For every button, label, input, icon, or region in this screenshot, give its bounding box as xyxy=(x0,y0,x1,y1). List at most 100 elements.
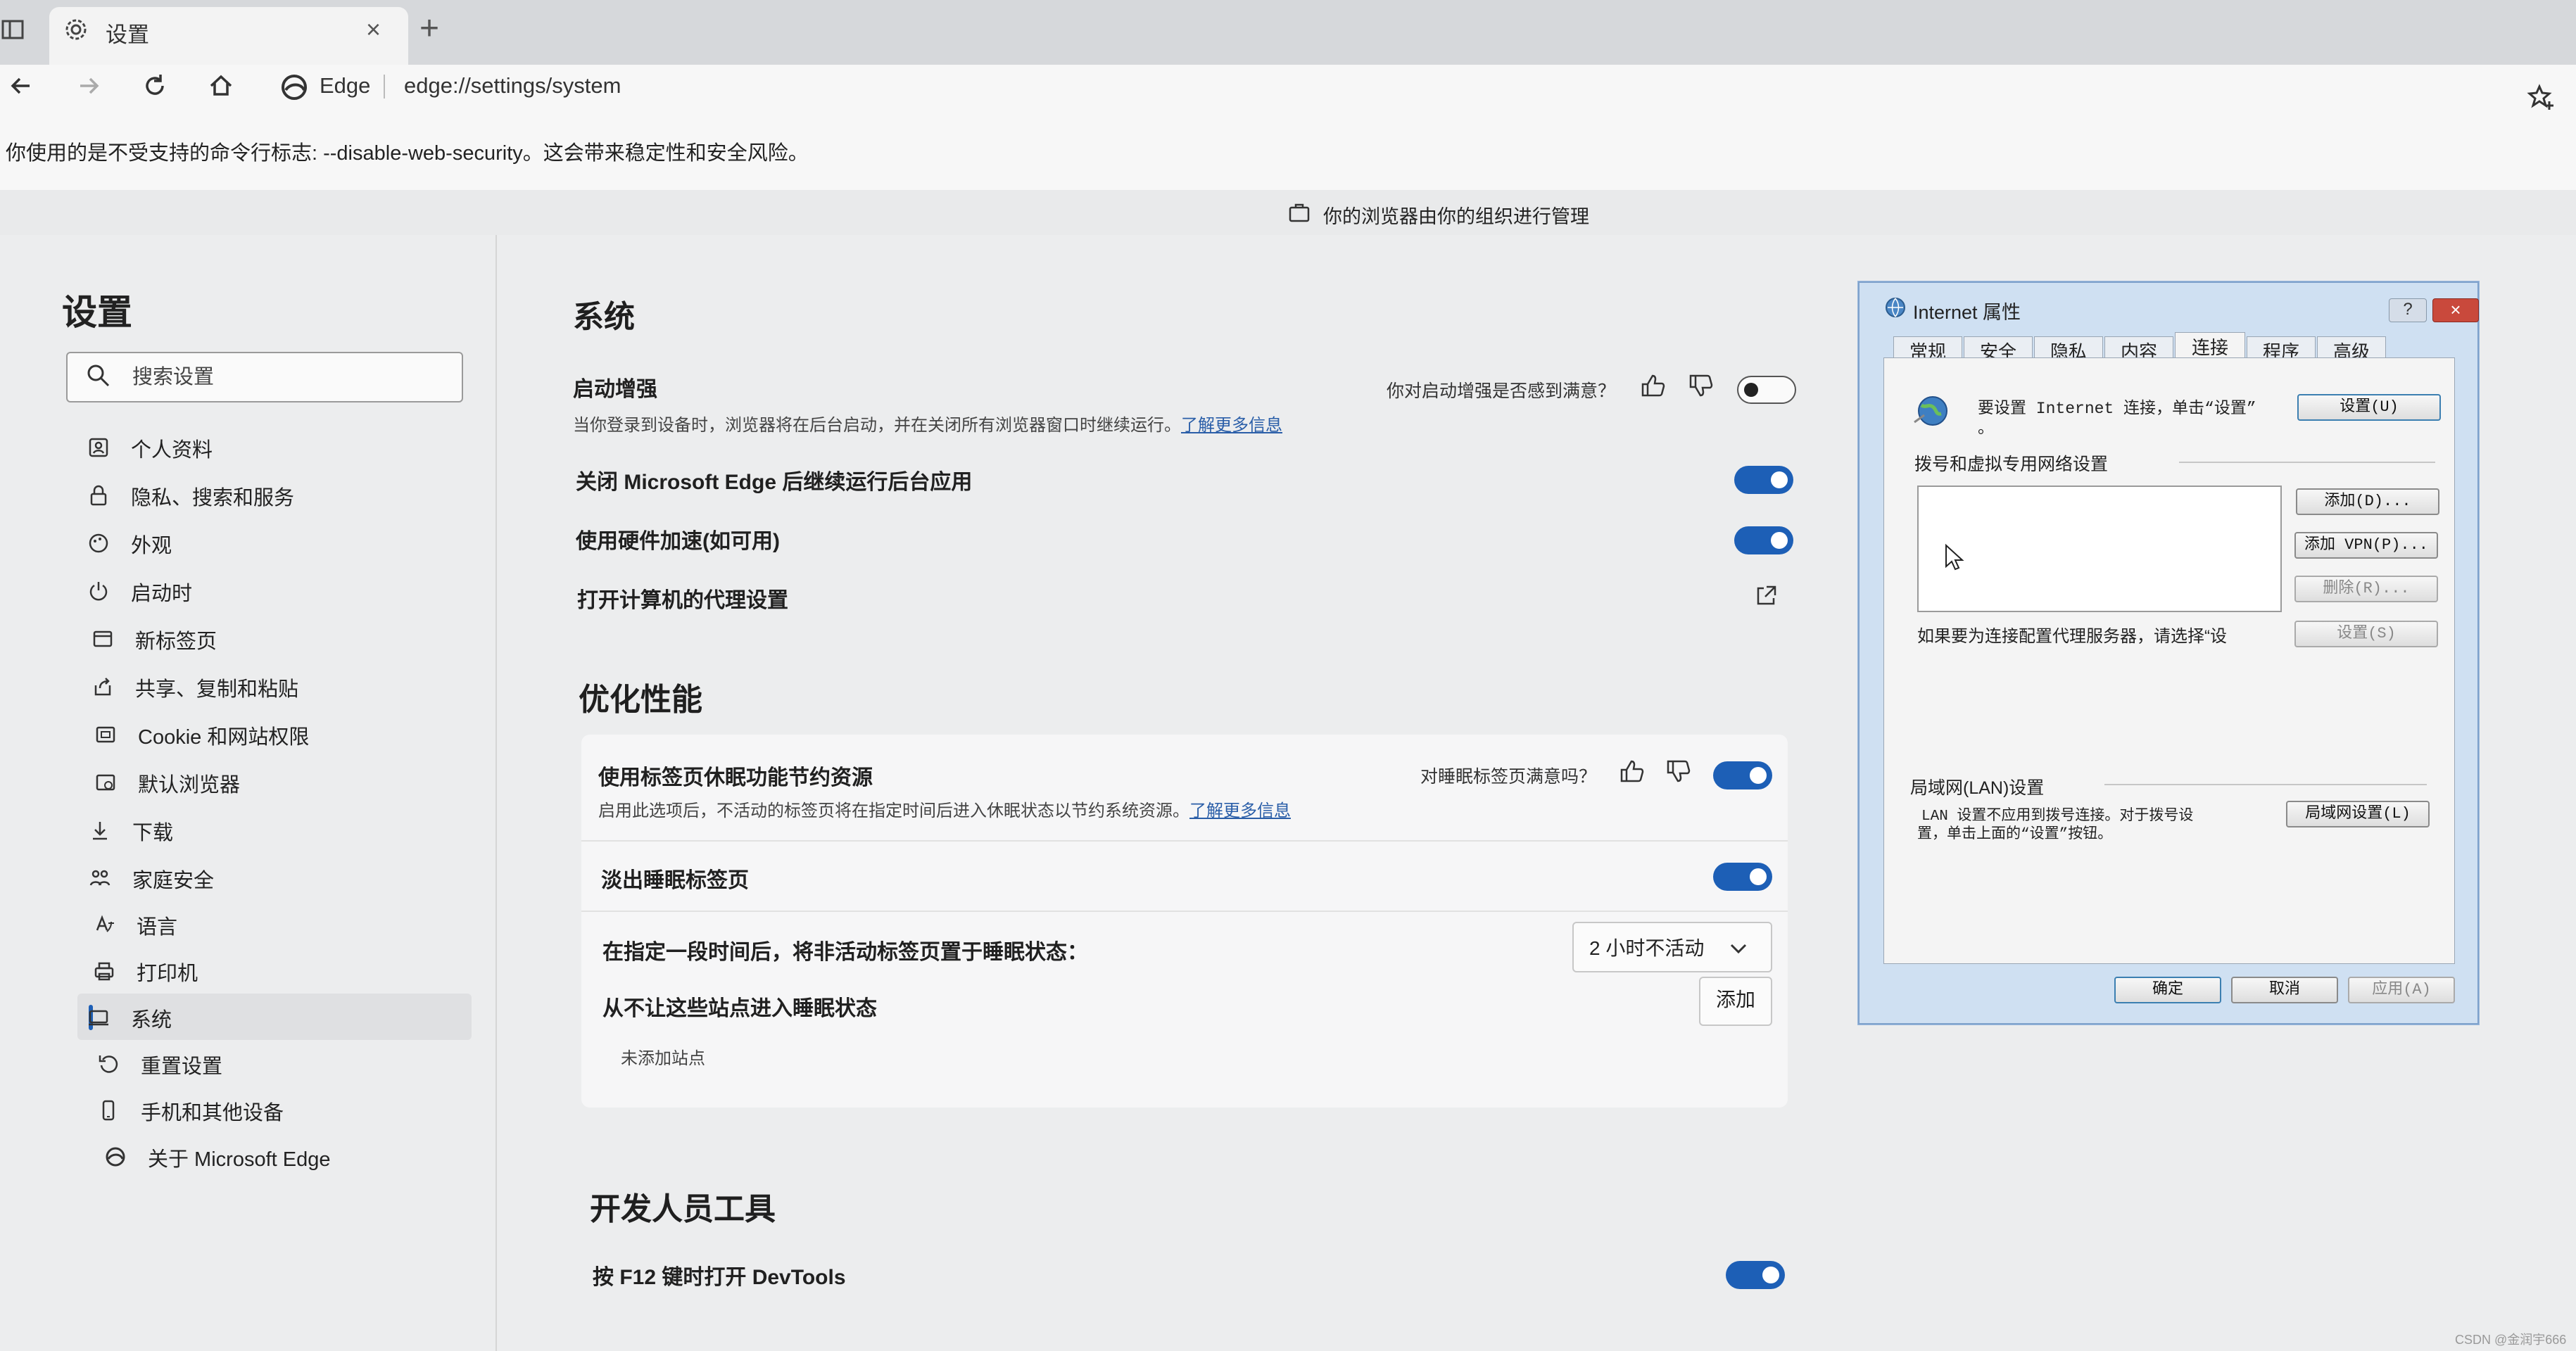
card-divider xyxy=(581,911,1788,912)
chevron-down-icon xyxy=(1726,936,1751,961)
add-connection-button[interactable]: 添加(D)... xyxy=(2296,488,2439,515)
mouse-cursor-icon xyxy=(1944,543,1965,571)
close-tab-icon[interactable]: × xyxy=(366,15,381,44)
system-icon xyxy=(87,1006,110,1029)
cancel-button[interactable]: 取消 xyxy=(2231,977,2338,1003)
background-apps-title: 关闭 Microsoft Edge 后继续运行后台应用 xyxy=(576,471,973,494)
connection-settings-button[interactable]: 设置(S) xyxy=(2294,621,2438,647)
new-tab-icon xyxy=(91,628,114,650)
hardware-accel-toggle[interactable] xyxy=(1734,526,1793,554)
setup-text-cont: 。 xyxy=(1978,419,1994,438)
edge-icon xyxy=(104,1146,127,1168)
tab-title: 设置 xyxy=(106,23,149,47)
search-icon xyxy=(84,362,113,390)
performance-heading: 优化性能 xyxy=(579,683,702,717)
apply-button[interactable]: 应用(A) xyxy=(2348,977,2455,1003)
thumbs-up-icon[interactable] xyxy=(1639,372,1667,400)
printer-icon xyxy=(93,960,115,982)
sleeping-tabs-desc: 启用此选项后，不活动的标签页将在指定时间后进入休眠状态以节约系统资源。了解更多信… xyxy=(598,801,1291,820)
sleeping-tabs-learn-more-link[interactable]: 了解更多信息 xyxy=(1189,801,1291,820)
sidebar-item[interactable]: 打印机 xyxy=(83,947,477,994)
remove-connection-button[interactable]: 删除(R)... xyxy=(2294,576,2438,602)
external-link-icon[interactable] xyxy=(1754,584,1778,608)
refresh-icon[interactable] xyxy=(139,70,170,101)
search-settings-input[interactable] xyxy=(66,352,463,402)
startup-boost-desc: 当你登录到设备时，浏览器将在后台启动，并在关闭所有浏览器窗口时继续运行。了解更多… xyxy=(573,416,1282,435)
f12-devtools-toggle[interactable] xyxy=(1726,1261,1785,1289)
sidebar-item[interactable]: 启动时 xyxy=(77,567,472,614)
sidebar-item-label: 共享、复制和粘贴 xyxy=(135,678,299,701)
help-button[interactable]: ? xyxy=(2389,298,2427,322)
sidebar-item[interactable]: 个人资料 xyxy=(77,424,472,470)
vpn-connections-list[interactable] xyxy=(1917,486,2282,612)
proxy-note: 如果要为连接配置代理服务器，请选择“设 xyxy=(1917,627,2227,646)
address-divider xyxy=(384,75,385,99)
add-site-button[interactable]: 添加 xyxy=(1699,977,1772,1026)
appearance-icon xyxy=(87,532,110,554)
thumbs-down-icon[interactable] xyxy=(1686,372,1715,400)
group-divider xyxy=(2104,784,2427,785)
sidebar-item-label: 重置设置 xyxy=(141,1055,223,1078)
fade-tabs-toggle[interactable] xyxy=(1713,863,1772,891)
sidebar-item-label: 语言 xyxy=(137,916,178,939)
sidebar-item[interactable]: 关于 Microsoft Edge xyxy=(94,1133,488,1179)
sleep-after-title: 在指定一段时间后，将非活动标签页置于睡眠状态： xyxy=(602,941,1088,964)
address-bar[interactable]: edge://settings/system xyxy=(404,73,621,99)
sidebar-divider xyxy=(495,235,497,1351)
startup-boost-learn-more-link[interactable]: 了解更多信息 xyxy=(1181,416,1282,435)
startup-boost-title: 启动增强 xyxy=(573,378,657,401)
ok-button[interactable]: 确定 xyxy=(2114,977,2221,1003)
sidebar-item[interactable]: 家庭安全 xyxy=(79,854,473,901)
lan-note-line2: 置，单击上面的“设置”按钮。 xyxy=(1917,827,2113,843)
toolbar xyxy=(0,65,2576,136)
sidebar-item[interactable]: 默认浏览器 xyxy=(84,759,479,805)
sleeping-tabs-title: 使用标签页休眠功能节约资源 xyxy=(598,766,873,789)
sidebar-item[interactable]: 共享、复制和粘贴 xyxy=(82,663,476,709)
sidebar-item-label: 下载 xyxy=(132,822,174,844)
thumbs-down-icon[interactable] xyxy=(1664,757,1692,785)
never-sleep-title: 从不让这些站点进入睡眠状态 xyxy=(602,997,877,1020)
sidebar-item[interactable]: 手机和其他设备 xyxy=(87,1086,481,1133)
sleeping-tabs-feedback: 对睡眠标签页满意吗？ xyxy=(1420,767,1597,787)
hardware-accel-title: 使用硬件加速(如可用) xyxy=(576,530,780,553)
favorites-star-icon[interactable] xyxy=(2527,83,2556,113)
sidebar-item-label: 启动时 xyxy=(131,583,193,605)
sidebar-item[interactable]: 系统 xyxy=(77,994,472,1040)
sidebar-item[interactable]: 隐私、搜索和服务 xyxy=(77,471,472,518)
home-icon[interactable] xyxy=(206,70,236,101)
tab-settings[interactable] xyxy=(49,7,408,65)
sidebar-item-label: 关于 Microsoft Edge xyxy=(148,1148,331,1171)
card-divider xyxy=(581,840,1788,842)
add-vpn-button[interactable]: 添加 VPN(P)... xyxy=(2294,532,2438,559)
sidebar-item-label: 新标签页 xyxy=(135,630,217,653)
sidebar-item[interactable]: 下载 xyxy=(79,806,473,853)
group-divider xyxy=(2179,462,2435,463)
briefcase-icon xyxy=(1288,201,1311,224)
sidebar-item-label: 个人资料 xyxy=(131,439,213,462)
sidebar-item-label: Cookie 和网站权限 xyxy=(138,726,310,749)
sidebar-item[interactable]: 新标签页 xyxy=(82,615,476,661)
gear-icon xyxy=(63,17,89,42)
new-tab-button[interactable]: + xyxy=(419,11,439,46)
forward-icon[interactable] xyxy=(73,70,104,101)
thumbs-up-icon[interactable] xyxy=(1617,757,1646,785)
reset-icon xyxy=(97,1053,120,1075)
background-apps-toggle[interactable] xyxy=(1734,466,1793,494)
sidebar-item[interactable]: 重置设置 xyxy=(87,1040,481,1086)
no-sites-text: 未添加站点 xyxy=(621,1049,705,1068)
sidebar-item[interactable]: 语言 xyxy=(83,901,477,947)
sidebar-item-label: 默认浏览器 xyxy=(138,774,241,797)
default-browser-icon xyxy=(94,771,117,794)
address-site-label: Edge xyxy=(320,73,371,98)
lan-settings-button[interactable]: 局域网设置(L) xyxy=(2286,801,2430,827)
sleeping-tabs-toggle[interactable] xyxy=(1713,761,1772,789)
sidebar-item[interactable]: Cookie 和网站权限 xyxy=(84,711,479,757)
managed-text[interactable]: 你的浏览器由你的组织进行管理 xyxy=(1323,201,1589,229)
dialog-title: Internet 属性 xyxy=(1913,302,2021,323)
startup-boost-toggle[interactable] xyxy=(1737,376,1796,404)
setup-button[interactable]: 设置(U) xyxy=(2297,394,2441,421)
back-icon[interactable] xyxy=(6,70,37,101)
tab-actions-icon[interactable] xyxy=(0,17,25,42)
dialog-close-button[interactable]: × xyxy=(2432,298,2479,322)
sidebar-item[interactable]: 外观 xyxy=(77,519,472,566)
